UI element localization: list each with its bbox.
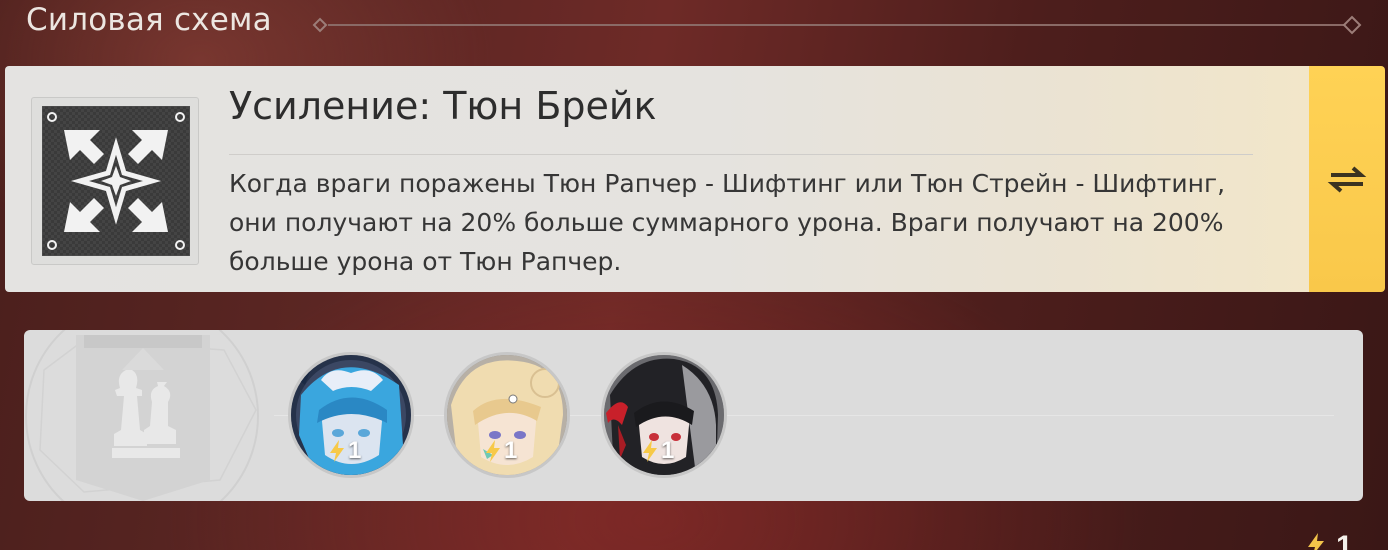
header-divider-line (312, 15, 1362, 35)
agent-avatar-1[interactable]: 1 (288, 352, 414, 478)
agent-level-value: 1 (504, 437, 518, 464)
buff-title: Усиление: Тюн Брейк (229, 84, 657, 128)
energy-count: 1 (1336, 530, 1353, 550)
buff-card: Усиление: Тюн Брейк Когда враги поражены… (5, 66, 1385, 292)
agent-avatar-3[interactable]: 1 (601, 352, 727, 478)
panel-divider (274, 415, 1334, 416)
section-header: Силовая схема (26, 0, 1366, 50)
agent-level: 1 (328, 437, 362, 464)
agent-level-value: 1 (661, 437, 675, 464)
agent-level-value: 1 (348, 437, 362, 464)
agent-level: 1 (484, 437, 518, 464)
swap-arrows-icon (1327, 166, 1367, 193)
energy-bolt-icon (643, 440, 657, 462)
buff-description: Когда враги поражены Тюн Рапчер - Шифтин… (229, 169, 1226, 276)
buff-icon-frame (31, 97, 199, 265)
swap-buff-button[interactable] (1309, 66, 1385, 292)
section-title: Силовая схема (26, 2, 272, 38)
energy-bolt-icon (330, 440, 344, 462)
chess-pieces-icon (25, 330, 259, 501)
agent-avatar-2[interactable]: 1 (444, 352, 570, 478)
energy-bolt-icon (486, 440, 500, 462)
agent-level: 1 (641, 437, 675, 464)
team-panel: 1 1 1 (24, 330, 1363, 501)
energy-bolt-icon (1308, 533, 1324, 550)
buff-card-body: Усиление: Тюн Брейк Когда враги поражены… (5, 66, 1310, 292)
buff-divider (229, 154, 1253, 155)
chaos-star-icon (42, 106, 190, 256)
